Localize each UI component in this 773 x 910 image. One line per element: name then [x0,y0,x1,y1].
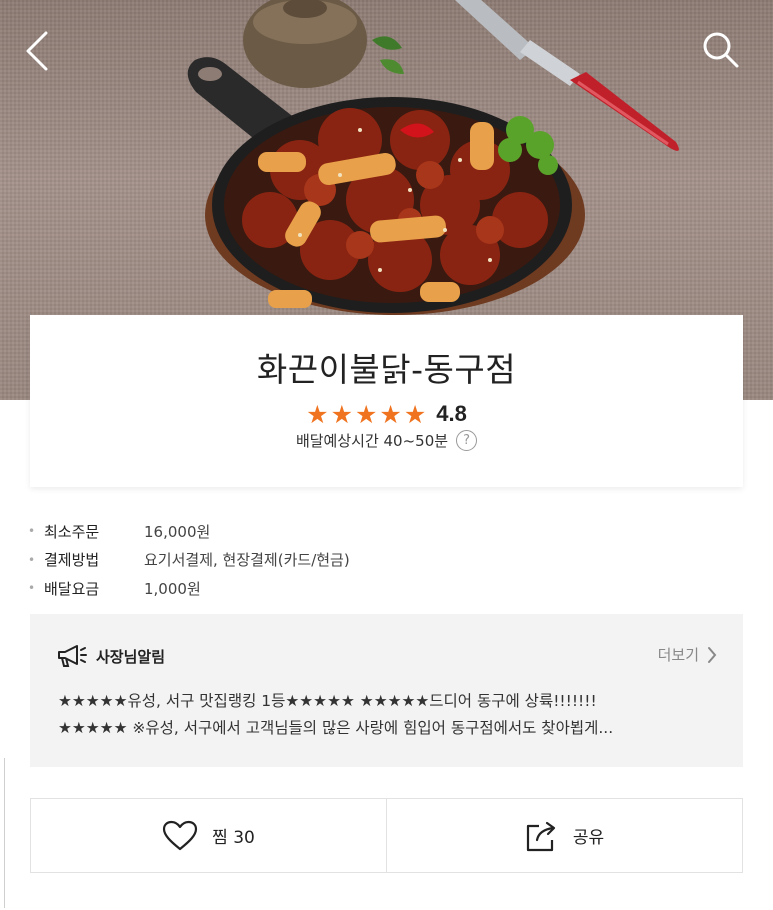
notice-line: ★★★★★유성, 서구 맛집랭킹 1등★★★★★ ★★★★★드디어 동구에 상륙… [58,692,597,710]
info-value: 1,000원 [144,579,201,598]
action-bar: 찜 30 공유 [30,798,743,873]
search-icon [703,32,739,68]
share-button[interactable]: 공유 [386,799,742,872]
list-item: • 배달요금 1,000원 [28,574,350,603]
notice-body: ★★★★★유성, 서구 맛집랭킹 1등★★★★★ ★★★★★드디어 동구에 상륙… [58,688,717,742]
star-icon: ★ [306,399,329,429]
notice-title: 사장님알림 [96,647,166,666]
like-button[interactable]: 찜 30 [31,799,386,872]
more-label: 더보기 [657,646,699,664]
back-button[interactable] [22,30,72,80]
owner-notice[interactable]: 사장님알림 더보기 ★★★★★유성, 서구 맛집랭킹 1등★★★★★ ★★★★★… [30,614,743,767]
list-item: • 최소주문 16,000원 [28,517,350,546]
notice-line: ★★★★★ ※유성, 서구에서 고객님들의 많은 사랑에 힘입어 동구점에서도 … [58,719,614,737]
store-name: 화끈이불닭-동구점 [256,350,517,389]
like-count-label: 찜 30 [212,828,255,848]
info-label: 결제방법 [44,551,100,570]
star-icon: ★ [379,399,402,429]
bullet-icon: • [28,524,36,539]
info-label: 배달요금 [44,579,100,598]
rating-stars: ★ ★ ★ ★ ★ [306,402,426,427]
info-value: 16,000원 [144,522,211,541]
bullet-icon: • [28,552,36,567]
star-icon: ★ [354,399,378,429]
info-value: 요기서결제, 현장결제(카드/현금) [144,551,350,570]
help-icon[interactable]: ? [456,429,478,451]
store-info-card: 화끈이불닭-동구점 ★ ★ ★ ★ ★ 4.8 배달예상시간 40~50분 ? [30,315,743,487]
list-item: • 결제방법 요기서결제, 현장결제(카드/현금) [28,546,350,575]
heart-icon [163,820,198,850]
delivery-time-row: 배달예상시간 40~50분 ? [30,427,743,453]
chevron-left-icon [26,31,48,71]
store-details-list: • 최소주문 16,000원 • 결제방법 요기서결제, 현장결제(카드/현금)… [28,517,350,603]
notice-more-button[interactable]: 더보기 [658,644,717,665]
delivery-time: 배달예상시간 40~50분 [295,431,449,450]
share-label: 공유 [572,828,605,848]
notice-header: 사장님알림 [56,644,165,668]
chevron-right-icon [708,646,717,663]
info-label: 최소주문 [44,522,100,541]
megaphone-icon [58,645,87,667]
rating-row: ★ ★ ★ ★ ★ 4.8 [30,399,743,429]
rating-value: 4.8 [436,401,467,426]
scroll-edge [0,758,5,908]
search-button[interactable] [701,30,751,80]
star-icon: ★ [330,399,353,429]
star-icon: ★ [403,399,427,429]
bullet-icon: • [28,581,36,596]
share-icon [526,821,555,851]
